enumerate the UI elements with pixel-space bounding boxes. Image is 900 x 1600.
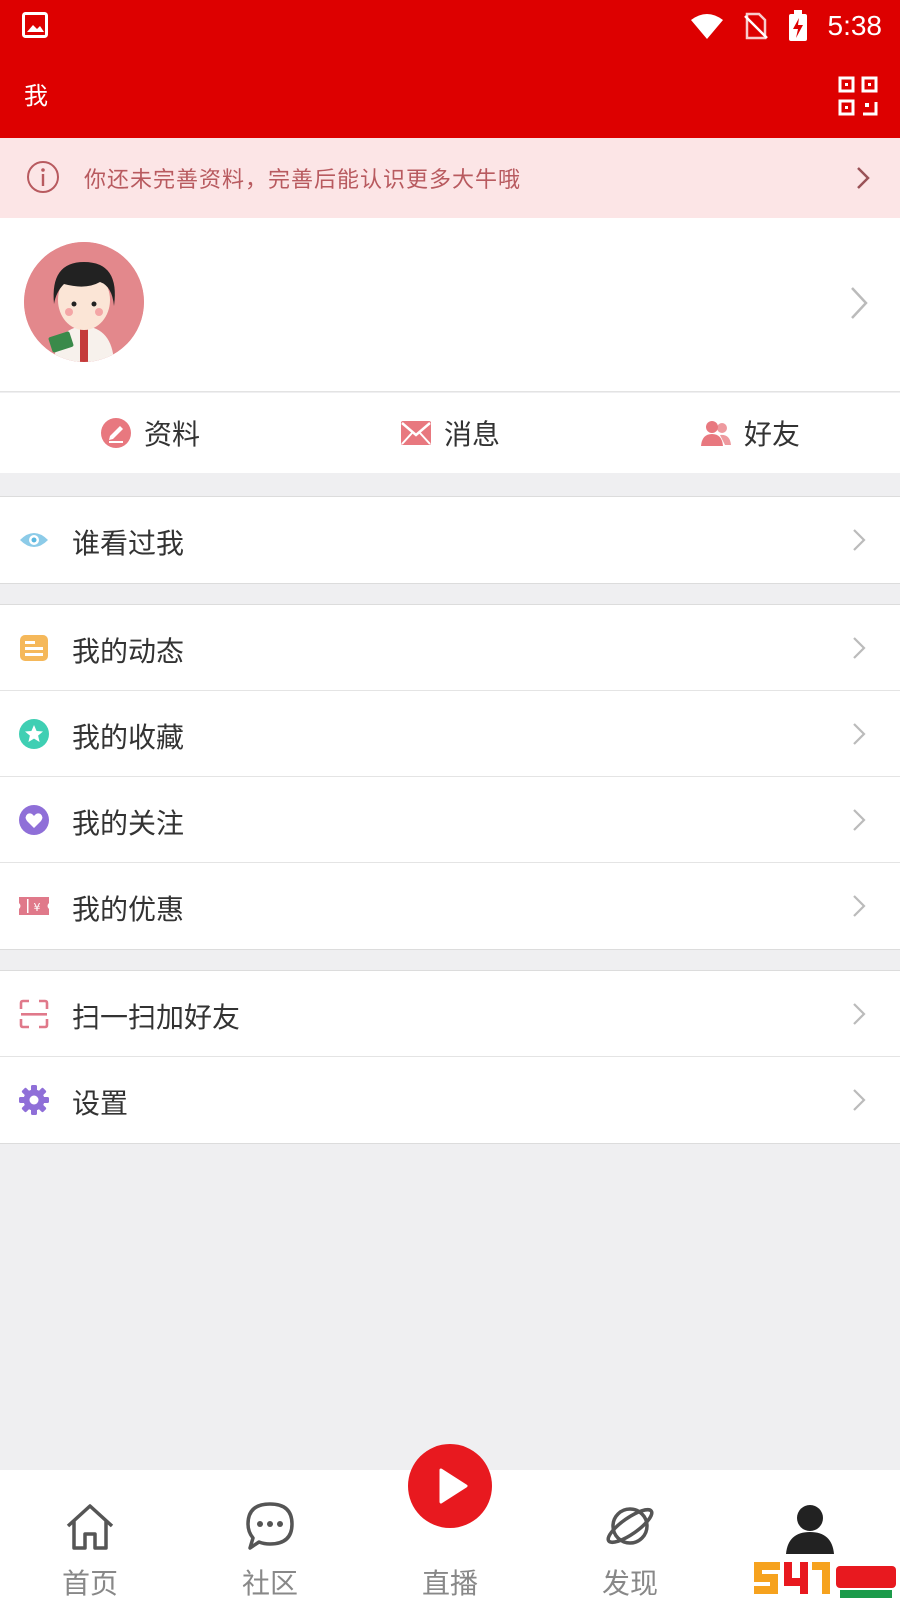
qr-code-icon[interactable] [838, 76, 878, 116]
menu-item-my-coupons[interactable]: ¥ 我的优惠 [0, 863, 900, 949]
no-sim-icon [743, 12, 768, 40]
profile-incomplete-banner[interactable]: 你还未完善资料，完善后能认识更多大牛哦 [0, 138, 900, 218]
quick-actions: 资料 消息 好友 [0, 393, 900, 473]
svg-text:¥: ¥ [34, 901, 41, 914]
menu-item-label: 我的动态 [72, 635, 185, 668]
play-icon [439, 1468, 468, 1504]
profile-card[interactable] [0, 218, 900, 392]
status-time: 5:38 [827, 10, 883, 41]
menu-group-tools: 扫一扫加好友 设置 [0, 970, 900, 1144]
gallery-notification-icon [22, 12, 48, 38]
chevron-right-icon [853, 895, 866, 917]
battery-charging-icon [788, 10, 807, 41]
menu-group-visitors: 谁看过我 [0, 496, 900, 584]
home-icon [66, 1504, 114, 1550]
mail-icon [400, 421, 431, 445]
coupon-icon: ¥ [19, 897, 49, 915]
menu-item-who-viewed-me[interactable]: 谁看过我 [0, 497, 900, 583]
chevron-right-icon [853, 529, 866, 551]
chevron-right-icon [853, 723, 866, 745]
live-button[interactable] [408, 1444, 492, 1528]
chat-icon [246, 1502, 294, 1550]
chevron-right-icon [851, 287, 868, 319]
tab-home[interactable]: 首页 [0, 1470, 180, 1600]
feed-icon [20, 635, 48, 661]
eye-icon [20, 533, 48, 547]
tab-community[interactable]: 社区 [180, 1470, 360, 1600]
menu-item-my-favorites[interactable]: 我的收藏 [0, 691, 900, 777]
chevron-right-icon [853, 809, 866, 831]
avatar-illustration [24, 242, 144, 362]
chevron-right-icon [853, 1003, 866, 1025]
chevron-right-icon [857, 167, 870, 189]
quick-action-label: 资料 [143, 418, 200, 451]
scan-icon [19, 999, 49, 1029]
menu-item-label: 我的优惠 [72, 893, 185, 926]
menu-item-label: 我的收藏 [72, 721, 185, 754]
menu-item-my-posts[interactable]: 我的动态 [0, 605, 900, 691]
chevron-right-icon [853, 1089, 866, 1111]
info-icon [27, 161, 59, 193]
planet-icon [606, 1507, 654, 1545]
tab-live[interactable]: 直播 [360, 1444, 540, 1600]
menu-group-personal: 我的动态 我的收藏 我的关注 ¥ 我的优惠 [0, 604, 900, 950]
menu-item-label: 设置 [72, 1087, 129, 1120]
quick-action-label: 好友 [743, 418, 800, 451]
menu-item-label: 扫一扫加好友 [72, 1001, 241, 1034]
site-watermark-logo [750, 1556, 900, 1600]
quick-action-profile[interactable]: 资料 [0, 393, 300, 473]
tab-label: 首页 [61, 1567, 118, 1600]
chevron-right-icon [853, 637, 866, 659]
banner-text: 你还未完善资料，完善后能认识更多大牛哦 [84, 168, 522, 193]
heart-icon [19, 805, 49, 835]
quick-action-friends[interactable]: 好友 [600, 393, 900, 473]
status-bar: 5:38 [0, 0, 900, 52]
quick-action-messages[interactable]: 消息 [300, 393, 600, 473]
star-icon [19, 719, 49, 749]
wifi-icon [690, 14, 723, 39]
avatar[interactable] [24, 242, 144, 362]
menu-item-my-follows[interactable]: 我的关注 [0, 777, 900, 863]
tab-label: 发现 [601, 1567, 658, 1600]
menu-item-label: 我的关注 [72, 807, 185, 840]
friends-icon [700, 421, 731, 446]
tab-label: 社区 [241, 1567, 298, 1600]
tab-label: 直播 [421, 1567, 478, 1600]
menu-item-settings[interactable]: 设置 [0, 1057, 900, 1143]
quick-action-label: 消息 [443, 418, 500, 451]
menu-item-scan-add-friend[interactable]: 扫一扫加好友 [0, 971, 900, 1057]
gear-icon [19, 1085, 49, 1115]
app-bar: 我 [0, 52, 900, 138]
user-icon [786, 1505, 834, 1554]
page-title: 我 [24, 82, 48, 110]
menu-item-label: 谁看过我 [72, 527, 185, 560]
edit-icon [100, 418, 131, 448]
tab-discover[interactable]: 发现 [540, 1470, 720, 1600]
bottom-tab-bar: 首页 社区 直播 发现 [0, 1444, 900, 1600]
